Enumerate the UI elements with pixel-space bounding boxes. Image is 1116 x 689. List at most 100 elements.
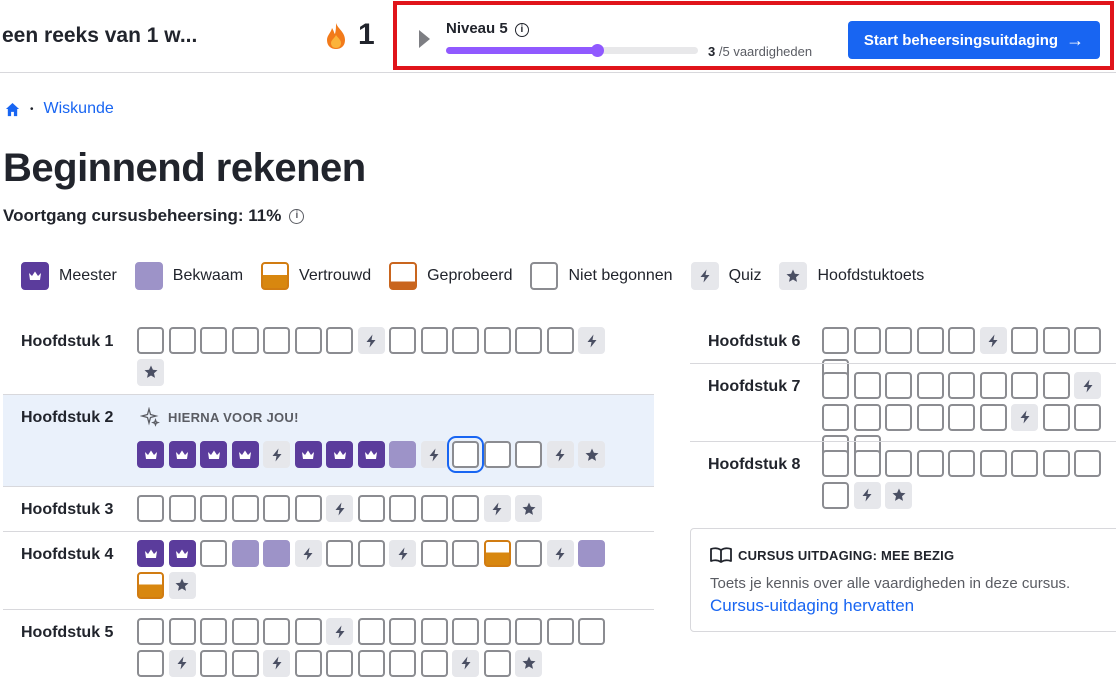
skill-empty-box[interactable]: [452, 540, 479, 567]
skill-empty-box[interactable]: [483, 441, 511, 468]
unit-title[interactable]: Hoofdstuk 7: [708, 378, 800, 396]
skill-familiar-box[interactable]: [483, 540, 511, 567]
skill-empty-box[interactable]: [420, 495, 448, 522]
unit-title[interactable]: Hoofdstuk 1: [21, 333, 113, 351]
skill-empty-box[interactable]: [578, 618, 605, 645]
skill-empty-box[interactable]: [200, 618, 227, 645]
skill-quiz-box[interactable]: [979, 327, 1007, 354]
skill-quiz-box[interactable]: [853, 481, 881, 509]
skill-quiz-box[interactable]: [294, 540, 322, 567]
skill-mastered-box[interactable]: [200, 441, 227, 468]
skill-quiz-box[interactable]: [420, 441, 448, 468]
skill-empty-box[interactable]: [546, 327, 574, 354]
skill-test-box[interactable]: [168, 571, 196, 599]
skill-empty-box[interactable]: [200, 649, 227, 677]
skill-test-box[interactable]: [515, 495, 542, 522]
skill-empty-box[interactable]: [948, 450, 975, 477]
skill-quiz-box[interactable]: [452, 649, 479, 677]
skill-quiz-box[interactable]: [546, 441, 574, 468]
skill-quiz-box[interactable]: [578, 327, 605, 354]
skill-mastered-box[interactable]: [294, 441, 322, 468]
skill-empty-box[interactable]: [420, 540, 448, 567]
skill-empty-box[interactable]: [294, 618, 322, 645]
skill-empty-box[interactable]: [389, 618, 416, 645]
skill-empty-box[interactable]: [916, 372, 944, 399]
skill-mastered-box[interactable]: [326, 441, 353, 468]
skill-empty-box[interactable]: [948, 372, 975, 399]
skill-empty-box[interactable]: [515, 327, 542, 354]
skill-mastered-box[interactable]: [231, 441, 259, 468]
skill-empty-box[interactable]: [389, 495, 416, 522]
skill-mastered-box[interactable]: [357, 441, 385, 468]
skill-empty-box[interactable]: [1042, 403, 1070, 431]
skill-empty-box[interactable]: [979, 372, 1007, 399]
skill-empty-box[interactable]: [452, 327, 479, 354]
skill-empty-box[interactable]: [231, 327, 259, 354]
skill-empty-box[interactable]: [979, 450, 1007, 477]
info-icon[interactable]: i: [289, 208, 305, 224]
unit-title[interactable]: Hoofdstuk 5: [21, 624, 113, 642]
unit-title[interactable]: Hoofdstuk 2: [21, 409, 113, 427]
skill-quiz-box[interactable]: [263, 649, 290, 677]
skill-empty-box[interactable]: [420, 649, 448, 677]
skill-empty-box[interactable]: [885, 450, 912, 477]
skill-quiz-box[interactable]: [1011, 403, 1038, 431]
skill-empty-box[interactable]: [1011, 372, 1038, 399]
skill-empty-box[interactable]: [822, 372, 849, 399]
skill-empty-box[interactable]: [137, 618, 164, 645]
skill-empty-box[interactable]: [389, 649, 416, 677]
skill-empty-box[interactable]: [357, 649, 385, 677]
skill-empty-box[interactable]: [326, 540, 353, 567]
resume-course-challenge-link[interactable]: Cursus-uitdaging hervatten: [710, 596, 914, 616]
skill-empty-box[interactable]: [546, 618, 574, 645]
skill-empty-box[interactable]: [231, 618, 259, 645]
skill-empty-box[interactable]: [452, 495, 479, 522]
skill-empty-box[interactable]: [948, 403, 975, 431]
skill-test-box[interactable]: [578, 441, 605, 468]
expand-caret-icon[interactable]: [419, 30, 430, 48]
skill-empty-box[interactable]: [420, 327, 448, 354]
skill-empty-box[interactable]: [263, 327, 290, 354]
skill-empty-box[interactable]: [200, 327, 227, 354]
skill-empty-box[interactable]: [885, 327, 912, 354]
skill-empty-box[interactable]: [1042, 372, 1070, 399]
skill-empty-box[interactable]: [294, 327, 322, 354]
skill-empty-box[interactable]: [916, 403, 944, 431]
skill-proficient-box[interactable]: [578, 540, 605, 567]
skill-empty-box[interactable]: [515, 618, 542, 645]
skill-empty-box[interactable]: [853, 372, 881, 399]
skill-empty-box[interactable]: [137, 327, 164, 354]
skill-empty-box[interactable]: [326, 649, 353, 677]
skill-empty-box[interactable]: [916, 327, 944, 354]
skill-empty-box[interactable]: [263, 495, 290, 522]
skill-empty-box[interactable]: [1042, 450, 1070, 477]
skill-mastered-box[interactable]: [168, 540, 196, 567]
skill-empty-box[interactable]: [263, 618, 290, 645]
skill-empty-box[interactable]: [979, 403, 1007, 431]
skill-empty-box[interactable]: [853, 403, 881, 431]
skill-empty-box[interactable]: [231, 649, 259, 677]
info-icon[interactable]: i: [514, 23, 529, 37]
unit-title[interactable]: Hoofdstuk 8: [708, 456, 800, 474]
skill-test-box[interactable]: [515, 649, 542, 677]
skill-empty-box[interactable]: [885, 403, 912, 431]
skill-empty-box[interactable]: [1074, 450, 1101, 477]
skill-empty-box[interactable]: [420, 618, 448, 645]
skill-empty-box[interactable]: [357, 495, 385, 522]
skill-empty-box[interactable]: [231, 495, 259, 522]
skill-empty-box[interactable]: [822, 327, 849, 354]
skill-empty-box[interactable]: [200, 495, 227, 522]
skill-empty-box[interactable]: [853, 450, 881, 477]
skill-proficient-box[interactable]: [263, 540, 290, 567]
skill-empty-box[interactable]: [168, 327, 196, 354]
skill-empty-box[interactable]: [294, 495, 322, 522]
skill-empty-box[interactable]: [137, 495, 164, 522]
skill-quiz-box[interactable]: [389, 540, 416, 567]
skill-empty-box[interactable]: [200, 540, 227, 567]
skill-quiz-box[interactable]: [168, 649, 196, 677]
skill-quiz-box[interactable]: [326, 618, 353, 645]
skill-empty-box[interactable]: [1011, 327, 1038, 354]
skill-familiar-box[interactable]: [137, 571, 164, 599]
skill-empty-box[interactable]: [916, 450, 944, 477]
skill-empty-box[interactable]: [822, 450, 849, 477]
